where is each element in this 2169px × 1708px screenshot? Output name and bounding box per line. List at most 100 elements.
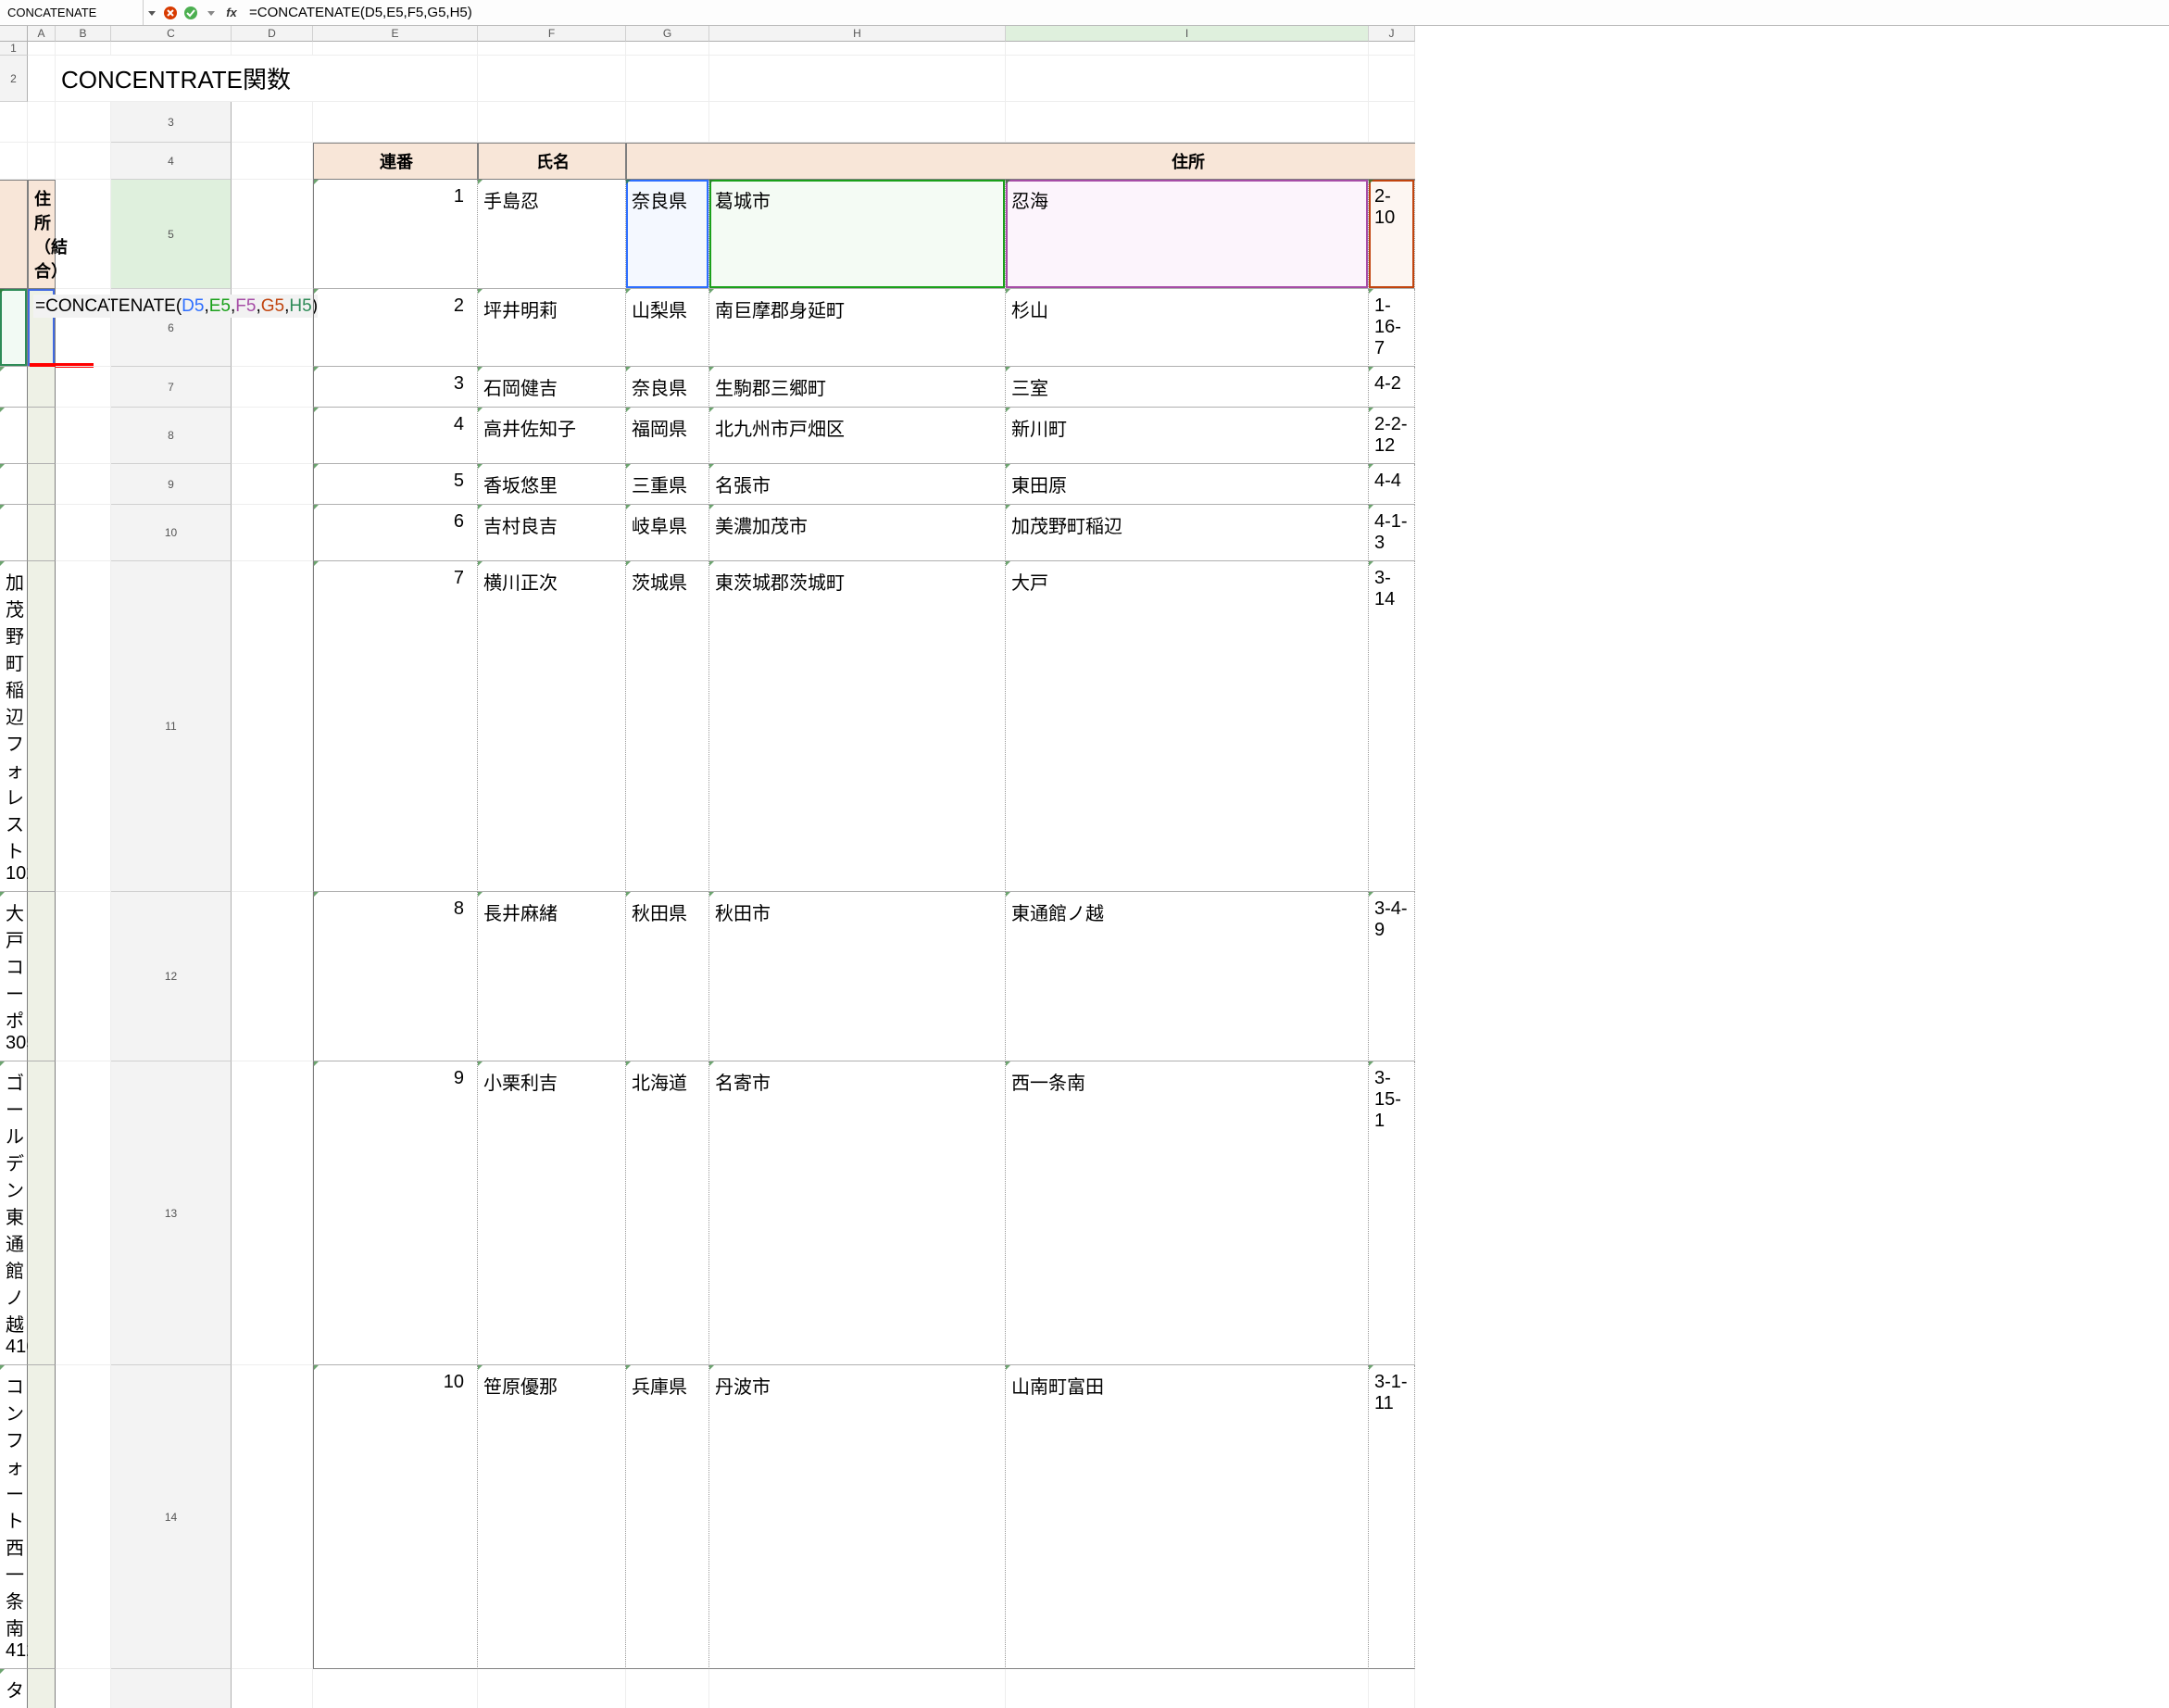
row-header-1[interactable]: 1 xyxy=(0,42,28,56)
cell[interactable] xyxy=(56,42,111,56)
cell[interactable] xyxy=(56,102,111,143)
cell[interactable] xyxy=(232,42,313,56)
cell[interactable] xyxy=(232,1061,313,1365)
spreadsheet-grid[interactable]: ABCDEFGHIJ12CONCENTRATE関数34連番氏名住所住所（結合）5… xyxy=(0,26,2169,1708)
cell[interactable] xyxy=(56,464,111,505)
column-header-C[interactable]: C xyxy=(111,26,232,42)
cell[interactable] xyxy=(28,143,56,180)
cell-result[interactable] xyxy=(28,408,56,464)
cell-result[interactable] xyxy=(28,561,56,892)
cell[interactable] xyxy=(709,42,1006,56)
row-header-11[interactable]: 11 xyxy=(111,561,232,892)
cell-result[interactable] xyxy=(28,1061,56,1365)
row-header-7[interactable]: 7 xyxy=(111,367,232,408)
row-header-13[interactable]: 13 xyxy=(111,1061,232,1365)
name-box[interactable]: CONCATENATE xyxy=(0,0,144,25)
cell[interactable] xyxy=(1006,1669,1369,1708)
column-header-E[interactable]: E xyxy=(313,26,478,42)
cell[interactable] xyxy=(478,42,626,56)
cell-result[interactable] xyxy=(28,892,56,1061)
cell[interactable] xyxy=(232,408,313,464)
column-header-G[interactable]: G xyxy=(626,26,709,42)
cell[interactable] xyxy=(478,1669,626,1708)
fx-icon[interactable]: fx xyxy=(221,0,242,25)
cell[interactable] xyxy=(1369,102,1415,143)
cell[interactable] xyxy=(478,56,626,102)
cell[interactable] xyxy=(56,1061,111,1365)
row-header-10[interactable]: 10 xyxy=(111,505,232,561)
cell[interactable] xyxy=(0,102,28,143)
cell[interactable] xyxy=(28,56,56,102)
row-header-5[interactable]: 5 xyxy=(111,180,232,289)
row-header-9[interactable]: 9 xyxy=(111,464,232,505)
cell[interactable] xyxy=(232,143,313,180)
cell[interactable] xyxy=(56,1365,111,1669)
cell[interactable] xyxy=(56,561,111,892)
cell[interactable] xyxy=(709,102,1006,143)
cell[interactable] xyxy=(478,102,626,143)
cell[interactable] xyxy=(28,102,56,143)
cell[interactable] xyxy=(0,143,28,180)
cell-result[interactable] xyxy=(28,505,56,561)
column-header-F[interactable]: F xyxy=(478,26,626,42)
cell[interactable] xyxy=(232,180,313,289)
cell[interactable] xyxy=(232,102,313,143)
accept-icon[interactable] xyxy=(181,0,201,25)
fx-dropdown-icon[interactable] xyxy=(201,0,221,25)
cell[interactable] xyxy=(709,56,1006,102)
cell[interactable] xyxy=(232,561,313,892)
cell[interactable] xyxy=(1006,42,1369,56)
cell[interactable] xyxy=(56,143,111,180)
cell[interactable] xyxy=(56,367,111,408)
row-header-15[interactable]: 15 xyxy=(111,1669,232,1708)
row-header-2[interactable]: 2 xyxy=(0,56,28,102)
cell[interactable] xyxy=(56,180,111,289)
cell[interactable] xyxy=(232,289,313,367)
cell[interactable] xyxy=(626,56,709,102)
cell[interactable] xyxy=(56,408,111,464)
cell[interactable] xyxy=(28,42,56,56)
cell[interactable] xyxy=(626,42,709,56)
column-header-B[interactable]: B xyxy=(56,26,111,42)
cell[interactable] xyxy=(56,505,111,561)
formula-input[interactable] xyxy=(242,0,2169,25)
cell[interactable] xyxy=(313,102,478,143)
cell[interactable] xyxy=(232,1365,313,1669)
cell[interactable] xyxy=(56,892,111,1061)
row-header-4[interactable]: 4 xyxy=(111,143,232,180)
column-header-D[interactable]: D xyxy=(232,26,313,42)
column-header-A[interactable]: A xyxy=(28,26,56,42)
cell[interactable] xyxy=(313,42,478,56)
column-header-J[interactable]: J xyxy=(1369,26,1415,42)
cell[interactable] xyxy=(1369,42,1415,56)
cell-result[interactable] xyxy=(28,1669,56,1708)
cell-result[interactable] xyxy=(28,1365,56,1669)
cell[interactable] xyxy=(313,1669,478,1708)
name-box-dropdown-icon[interactable] xyxy=(144,0,160,25)
row-header-8[interactable]: 8 xyxy=(111,408,232,464)
cell[interactable] xyxy=(232,464,313,505)
cell[interactable] xyxy=(626,102,709,143)
cell[interactable] xyxy=(111,42,232,56)
row-header-12[interactable]: 12 xyxy=(111,892,232,1061)
cell[interactable] xyxy=(232,892,313,1061)
column-header-H[interactable]: H xyxy=(709,26,1006,42)
select-all-corner[interactable] xyxy=(0,26,28,42)
cell[interactable] xyxy=(1006,56,1369,102)
cell[interactable] xyxy=(1369,1669,1415,1708)
row-header-14[interactable]: 14 xyxy=(111,1365,232,1669)
cell[interactable] xyxy=(232,505,313,561)
cell[interactable] xyxy=(232,1669,313,1708)
cell-result[interactable] xyxy=(28,464,56,505)
cancel-icon[interactable] xyxy=(160,0,181,25)
cell[interactable] xyxy=(1006,102,1369,143)
cell-result[interactable]: =CONCATENATE(D5,E5,F5,G5,H5) xyxy=(28,289,56,367)
cell[interactable] xyxy=(232,367,313,408)
row-header-3[interactable]: 3 xyxy=(111,102,232,143)
cell[interactable] xyxy=(56,289,111,367)
cell[interactable] xyxy=(626,1669,709,1708)
cell-result[interactable] xyxy=(28,367,56,408)
cell[interactable] xyxy=(1369,56,1415,102)
column-header-I[interactable]: I xyxy=(1006,26,1369,42)
cell[interactable] xyxy=(709,1669,1006,1708)
